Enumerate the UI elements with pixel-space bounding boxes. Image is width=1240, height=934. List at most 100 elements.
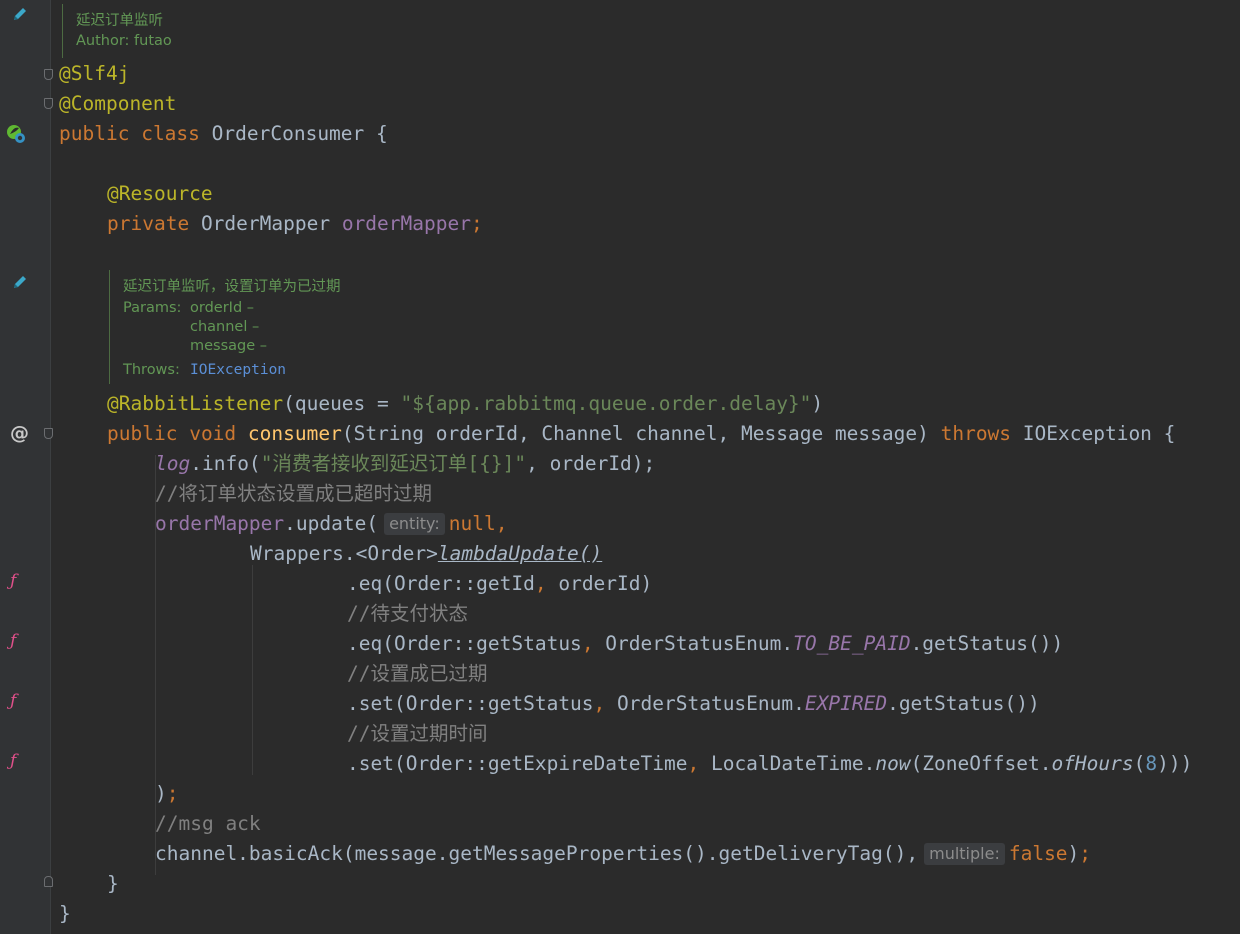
field-name: orderMapper bbox=[341, 212, 471, 235]
code-line[interactable]: //msg ack bbox=[155, 809, 261, 839]
doc-title: 延迟订单监听，设置订单为已过期 bbox=[123, 279, 341, 295]
method-doc-comment: 延迟订单监听，设置订单为已过期 Params: orderId – channe… bbox=[109, 270, 510, 384]
code-line[interactable]: @Resource bbox=[107, 179, 213, 209]
code-line[interactable]: .eq(Order::getId, orderId) bbox=[347, 569, 652, 599]
code-line[interactable]: channel.basicAck(message.getMessagePrope… bbox=[155, 839, 1091, 869]
string-literal: "消费者接收到延迟订单[{}]" bbox=[260, 452, 527, 475]
fold-marker[interactable] bbox=[44, 876, 53, 887]
doc-throws-link[interactable]: IOException bbox=[190, 362, 286, 378]
code-line[interactable]: private OrderMapper orderMapper; bbox=[107, 209, 483, 239]
indent-guide bbox=[252, 565, 253, 775]
code-line[interactable]: } bbox=[59, 899, 71, 929]
keyword: false bbox=[1008, 842, 1068, 865]
lambda-icon[interactable]: ƒ bbox=[10, 571, 16, 591]
param-hint: entity: bbox=[384, 513, 445, 535]
chain-call: .eq(Order::getId bbox=[347, 572, 535, 595]
edit-doc-icon[interactable] bbox=[11, 5, 29, 27]
paren: ( bbox=[1133, 752, 1146, 775]
spring-bean-icon[interactable] bbox=[5, 123, 27, 149]
code-line[interactable]: } bbox=[107, 869, 119, 899]
string-literal: "${app.rabbitmq.queue.order.delay}" bbox=[400, 392, 812, 415]
code-line[interactable]: @RabbitListener(queues = "${app.rabbitmq… bbox=[107, 389, 823, 419]
keyword: void bbox=[189, 422, 237, 445]
fold-marker[interactable] bbox=[44, 428, 53, 439]
static-field: log bbox=[155, 452, 191, 475]
fold-marker[interactable] bbox=[44, 98, 53, 109]
throws-clause: IOException { bbox=[1011, 422, 1176, 445]
code-line[interactable]: log.info("消费者接收到延迟订单[{}]", orderId); bbox=[155, 449, 655, 479]
code-line[interactable]: //待支付状态 bbox=[347, 599, 468, 629]
line-comment: //设置过期时间 bbox=[347, 722, 488, 745]
code-line[interactable]: public class OrderConsumer { bbox=[59, 119, 388, 149]
doc-throws-label: Throws: bbox=[123, 362, 180, 378]
semicolon: ; bbox=[1079, 842, 1092, 865]
class-name: OrderConsumer bbox=[211, 122, 365, 145]
static-method-call[interactable]: lambdaUpdate() bbox=[438, 542, 602, 565]
lambda-icon[interactable]: ƒ bbox=[10, 691, 16, 711]
doc-param: channel – bbox=[190, 319, 260, 335]
code-line[interactable]: .set(Order::getStatus, OrderStatusEnum.E… bbox=[347, 689, 1040, 719]
paren: ) bbox=[155, 782, 167, 805]
code-line[interactable]: //设置成已过期 bbox=[347, 659, 487, 689]
code-line[interactable]: public void consumer(String orderId, Cha… bbox=[107, 419, 1175, 449]
chain-call: .eq(Order::getStatus bbox=[347, 632, 582, 655]
annotation: @Slf4j bbox=[59, 62, 130, 85]
doc-title: 延迟订单监听 bbox=[76, 13, 163, 29]
code-line[interactable]: @Component bbox=[59, 89, 176, 119]
method-call: .getStatus()) bbox=[887, 692, 1040, 715]
doc-params-label: Params: bbox=[123, 300, 182, 316]
paren: ) bbox=[811, 392, 824, 415]
code-line[interactable]: //设置过期时间 bbox=[347, 719, 487, 749]
code-line[interactable]: Wrappers.<Order>lambdaUpdate() bbox=[250, 539, 602, 569]
line-comment: //将订单状态设置成已超时过期 bbox=[155, 482, 432, 505]
lambda-icon[interactable]: ƒ bbox=[10, 631, 16, 651]
annotation: @Component bbox=[59, 92, 177, 115]
call-args: , orderId); bbox=[526, 452, 656, 475]
code-line[interactable]: .eq(Order::getStatus, OrderStatusEnum.TO… bbox=[347, 629, 1063, 659]
doc-param: message – bbox=[190, 338, 268, 354]
keyword: throws bbox=[940, 422, 1012, 445]
brace: } bbox=[59, 902, 71, 925]
enum-constant: EXPIRED bbox=[804, 692, 888, 715]
paren: ) bbox=[1067, 842, 1080, 865]
field-name: orderMapper bbox=[155, 512, 285, 535]
line-comment: //设置成已过期 bbox=[347, 662, 488, 685]
class-ref: (ZoneOffset. bbox=[910, 752, 1052, 775]
override-at-icon[interactable]: @ bbox=[10, 422, 29, 444]
edit-doc-icon[interactable] bbox=[11, 273, 29, 295]
comma: , bbox=[593, 692, 606, 715]
number-literal: 8 bbox=[1145, 752, 1158, 775]
call-args: orderId) bbox=[546, 572, 653, 595]
enum-class: OrderStatusEnum. bbox=[605, 692, 805, 715]
chain-call: .set(Order::getStatus bbox=[347, 692, 594, 715]
line-comment: //msg ack bbox=[155, 812, 261, 835]
method-call: .update( bbox=[284, 512, 379, 535]
method-call: .info( bbox=[190, 452, 261, 475]
code-line[interactable]: orderMapper.update(entity: null, bbox=[155, 509, 507, 539]
class-ref: LocalDateTime. bbox=[699, 752, 876, 775]
annotation: @Resource bbox=[107, 182, 213, 205]
code-line[interactable]: @Slf4j bbox=[59, 59, 129, 89]
line-comment: //待支付状态 bbox=[347, 602, 468, 625]
semicolon: ; bbox=[166, 782, 179, 805]
type-name: OrderMapper bbox=[200, 212, 331, 235]
annotation: @RabbitListener bbox=[107, 392, 284, 415]
method-call: .getStatus()) bbox=[910, 632, 1064, 655]
gutter-separator bbox=[50, 0, 51, 934]
fold-marker[interactable] bbox=[44, 69, 53, 80]
doc-author: Author: futao bbox=[76, 33, 172, 49]
code-line[interactable]: ); bbox=[155, 779, 179, 809]
lambda-icon[interactable]: ƒ bbox=[10, 751, 16, 771]
doc-param: orderId – bbox=[190, 300, 255, 316]
keyword: public bbox=[59, 122, 130, 145]
enum-constant: TO_BE_PAID bbox=[793, 632, 911, 655]
code-line[interactable]: .set(Order::getExpireDateTime, LocalDate… bbox=[347, 749, 1192, 779]
method-params: (String orderId, Channel channel, Messag… bbox=[341, 422, 941, 445]
class-doc-comment: 延迟订单监听 Author: futao bbox=[62, 4, 363, 58]
static-method: now bbox=[875, 752, 911, 775]
method-name: consumer bbox=[247, 422, 342, 445]
keyword: class bbox=[141, 122, 200, 145]
comma: , bbox=[581, 632, 594, 655]
code-line[interactable]: //将订单状态设置成已超时过期 bbox=[155, 479, 432, 509]
brace: } bbox=[107, 872, 119, 895]
